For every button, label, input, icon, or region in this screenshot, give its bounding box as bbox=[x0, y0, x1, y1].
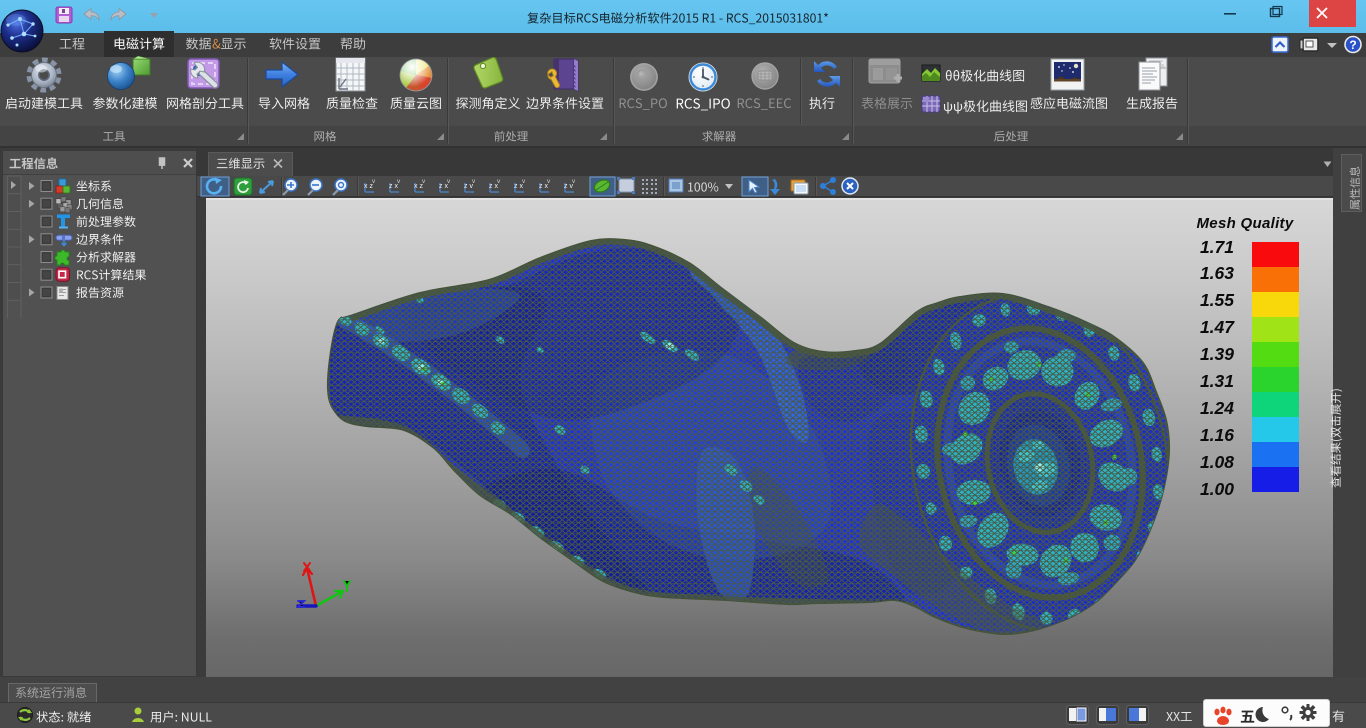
svg-text:v: v bbox=[397, 178, 401, 185]
svg-text:?: ? bbox=[1349, 38, 1356, 52]
svg-text:v: v bbox=[422, 178, 426, 185]
svg-text:v: v bbox=[572, 178, 576, 185]
svg-text:v: v bbox=[372, 178, 376, 185]
svg-text:v: v bbox=[447, 178, 451, 185]
svg-text:v: v bbox=[472, 178, 476, 185]
svg-text:v: v bbox=[547, 178, 551, 185]
svg-text:v: v bbox=[497, 178, 501, 185]
svg-text:v: v bbox=[522, 178, 526, 185]
